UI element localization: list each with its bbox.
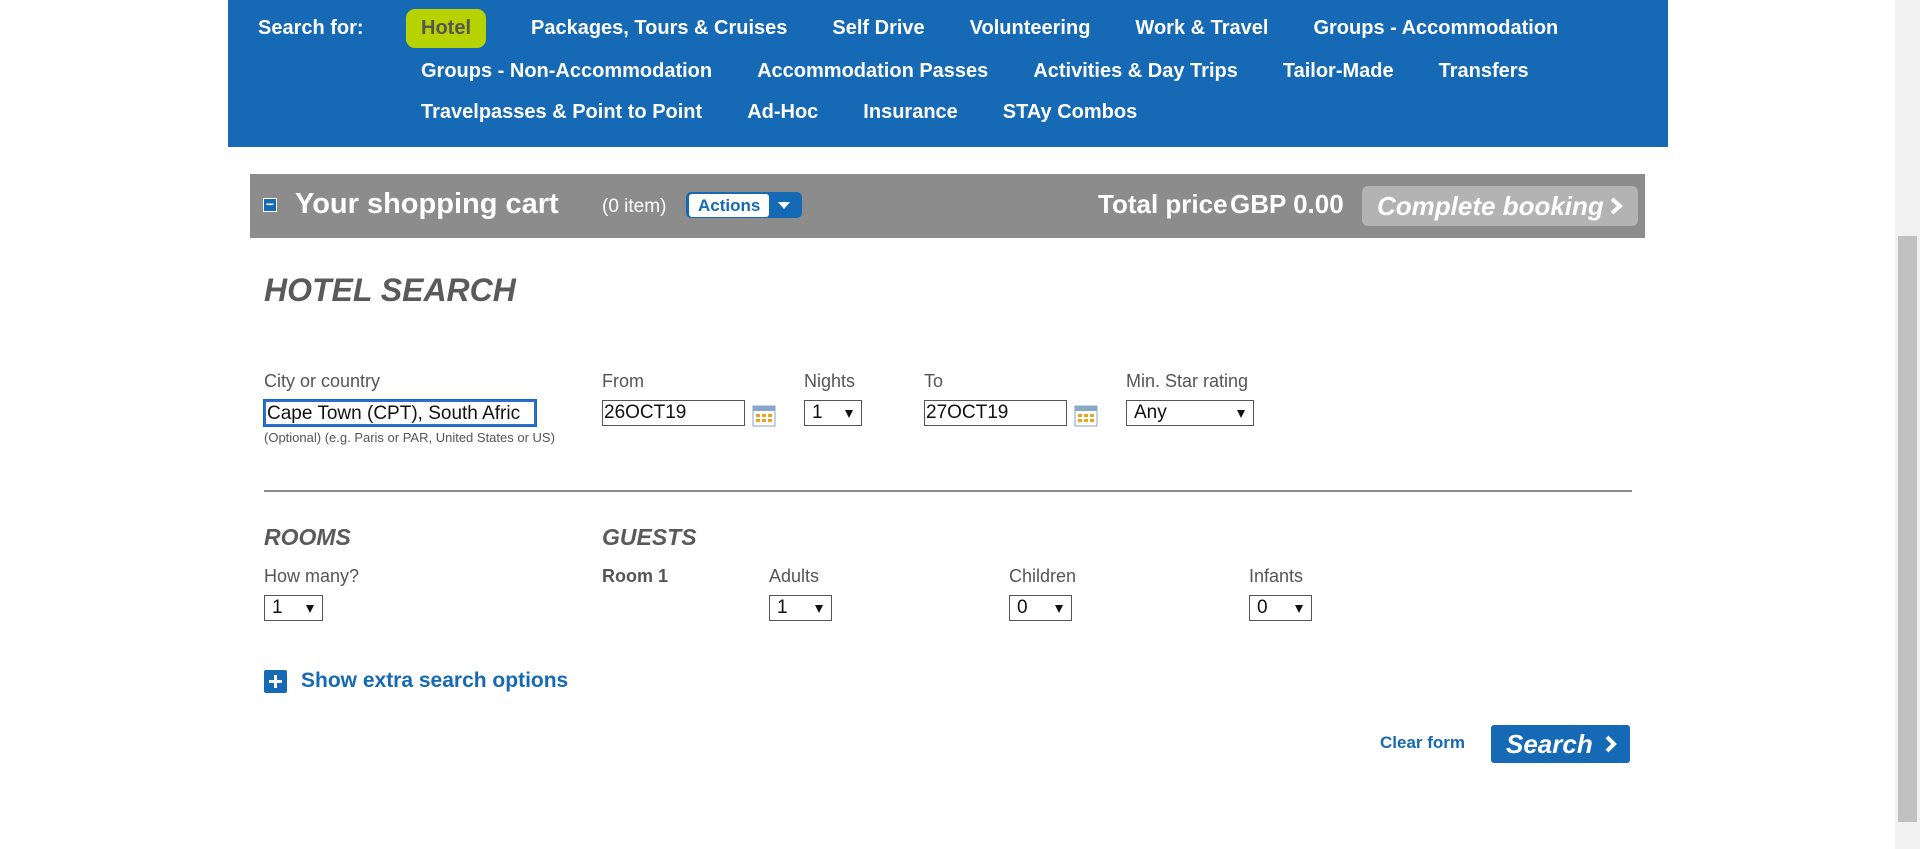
nav-item-self-drive[interactable]: Self Drive (832, 9, 924, 48)
nav-row-1: Hotel Packages, Tours & Cruises Self Dri… (406, 9, 1603, 48)
guests-heading: GUESTS (602, 524, 697, 550)
clear-form-link[interactable]: Clear form (1380, 733, 1465, 753)
nav-row-2: Groups - Non-Accommodation Accommodation… (421, 52, 1574, 91)
search-for-label: Search for: (258, 17, 364, 39)
show-extra-options-toggle[interactable]: Show extra search options (264, 669, 568, 693)
rooms-value: 1 (272, 597, 283, 618)
chevron-down-icon (1237, 410, 1245, 418)
chevron-down-icon (815, 605, 823, 613)
city-label: City or country (264, 371, 381, 391)
nights-value: 1 (812, 402, 823, 423)
page-title: HOTEL SEARCH (264, 272, 516, 308)
nav-item-travelpasses[interactable]: Travelpasses & Point to Point (421, 93, 702, 132)
search-button-label: Search (1506, 728, 1593, 759)
room-1-label: Room 1 (602, 566, 669, 586)
search-button[interactable]: Search (1491, 725, 1630, 763)
chevron-right-icon (1610, 197, 1624, 215)
cart-actions-dropdown[interactable]: Actions (686, 192, 802, 218)
nav-row-3: Travelpasses & Point to Point Ad-Hoc Ins… (421, 93, 1182, 132)
nav-item-stay-combos[interactable]: STAy Combos (1003, 93, 1137, 132)
cart-item-count: (0 item) (602, 196, 667, 217)
children-label: Children (1009, 566, 1077, 586)
complete-booking-button[interactable]: Complete booking (1362, 186, 1638, 226)
cart-collapse-icon[interactable]: − (263, 197, 277, 212)
adults-select[interactable]: 1 (769, 595, 832, 621)
infants-value: 0 (1257, 597, 1268, 618)
actions-label: Actions (689, 193, 770, 217)
from-date-input[interactable]: 26OCT19 (602, 400, 745, 426)
star-rating-select[interactable]: Any (1126, 400, 1254, 426)
adults-label: Adults (769, 566, 820, 586)
total-price-label: Total price (1098, 189, 1228, 219)
nav-item-tailor-made[interactable]: Tailor-Made (1283, 52, 1394, 91)
nav-item-packages-tours-cruises[interactable]: Packages, Tours & Cruises (531, 9, 787, 48)
calendar-icon[interactable] (752, 405, 776, 427)
chevron-right-icon (1605, 735, 1617, 753)
nav-item-volunteering[interactable]: Volunteering (970, 9, 1091, 48)
chevron-down-icon (1295, 605, 1303, 613)
calendar-icon[interactable] (1074, 405, 1098, 427)
infants-label: Infants (1249, 566, 1304, 586)
total-price-value: GBP 0.00 (1230, 189, 1344, 219)
rooms-how-many-label: How many? (264, 566, 360, 586)
nav-item-activities-day-trips[interactable]: Activities & Day Trips (1033, 52, 1238, 91)
nav-item-work-travel[interactable]: Work & Travel (1135, 9, 1268, 48)
vertical-scrollbar[interactable] (1895, 0, 1920, 849)
complete-booking-label: Complete booking (1377, 190, 1604, 221)
chevron-down-icon (778, 201, 791, 209)
rooms-select[interactable]: 1 (264, 595, 323, 621)
nav-item-transfers[interactable]: Transfers (1439, 52, 1529, 91)
adults-value: 1 (777, 597, 788, 618)
nav-item-insurance[interactable]: Insurance (863, 93, 957, 132)
children-select[interactable]: 0 (1009, 595, 1072, 621)
section-divider (264, 490, 1632, 492)
to-date-input[interactable]: 27OCT19 (924, 400, 1067, 426)
city-hint: (Optional) (e.g. Paris or PAR, United St… (264, 430, 555, 445)
rooms-heading: ROOMS (264, 524, 351, 550)
cart-title: Your shopping cart (295, 188, 559, 220)
city-input[interactable]: Cape Town (CPT), South Afric (263, 399, 537, 427)
chevron-down-icon (1055, 605, 1063, 613)
scrollbar-thumb[interactable] (1898, 236, 1917, 822)
nights-label: Nights (804, 371, 856, 391)
plus-icon (264, 669, 287, 693)
show-extra-options-label: Show extra search options (301, 669, 569, 692)
children-value: 0 (1017, 597, 1028, 618)
nav-item-accommodation-passes[interactable]: Accommodation Passes (757, 52, 988, 91)
shopping-cart-bar: − Your shopping cart (0 item) Actions To… (250, 174, 1645, 238)
from-label: From (602, 371, 644, 391)
nav-item-ad-hoc[interactable]: Ad-Hoc (747, 93, 818, 132)
search-type-nav: Search for: Hotel Packages, Tours & Crui… (228, 0, 1668, 147)
nav-item-groups-non-accommodation[interactable]: Groups - Non-Accommodation (421, 52, 712, 91)
nav-item-groups-accommodation[interactable]: Groups - Accommodation (1313, 9, 1558, 48)
chevron-down-icon (306, 605, 314, 613)
star-rating-label: Min. Star rating (1126, 371, 1249, 391)
nights-select[interactable]: 1 (804, 400, 862, 426)
nav-item-hotel[interactable]: Hotel (406, 9, 486, 48)
chevron-down-icon (845, 410, 853, 418)
to-label: To (924, 371, 944, 391)
infants-select[interactable]: 0 (1249, 595, 1312, 621)
star-rating-value: Any (1134, 402, 1167, 423)
